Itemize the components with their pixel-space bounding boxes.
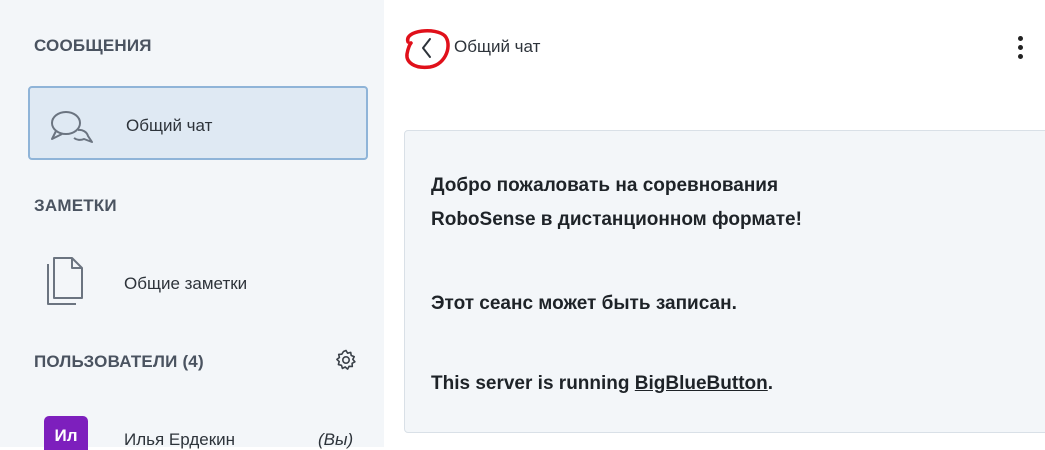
avatar: Ил	[44, 416, 88, 450]
user-name: Илья Ердекин	[124, 430, 236, 449]
sidebar: СООБЩЕНИЯ Общий чат ЗАМЕТКИ Общие заметк…	[0, 0, 384, 450]
document-pages-icon	[44, 250, 90, 311]
notes-section-title: ЗАМЕТКИ	[34, 196, 117, 215]
server-info: This server is running BigBlueButton.	[431, 373, 773, 395]
you-badge: (Вы)	[318, 430, 354, 449]
bigbluebutton-link[interactable]: BigBlueButton	[635, 373, 768, 394]
welcome-line-2: RoboSense в дистанционном формате!	[431, 209, 802, 230]
chevron-left-icon	[405, 29, 450, 70]
user-list-item[interactable]: Ил Илья Ердекин (Вы)	[28, 410, 380, 450]
welcome-line-1: Добро пожаловать на соревнования	[431, 175, 779, 196]
gear-icon[interactable]	[334, 348, 358, 377]
more-vertical-icon[interactable]	[1008, 32, 1032, 64]
sidebar-item-shared-notes[interactable]: Общие заметки	[28, 246, 368, 308]
chat-title: Общий чат	[454, 37, 541, 56]
messages-section-title: СООБЩЕНИЯ	[34, 36, 152, 55]
welcome-message: Добро пожаловать на соревнования RoboSen…	[404, 130, 1045, 433]
sidebar-item-label: Общий чат	[126, 116, 213, 135]
back-button[interactable]	[392, 24, 454, 72]
server-info-prefix: This server is running	[431, 373, 630, 394]
server-info-suffix: .	[767, 373, 774, 394]
sidebar-item-label: Общие заметки	[124, 274, 248, 293]
chat-bubbles-icon	[48, 108, 96, 153]
sidebar-item-public-chat[interactable]: Общий чат	[28, 86, 368, 160]
recording-notice: Этот сеанс может быть записан.	[431, 293, 737, 314]
users-section-title: ПОЛЬЗОВАТЕЛИ (4)	[34, 352, 204, 371]
